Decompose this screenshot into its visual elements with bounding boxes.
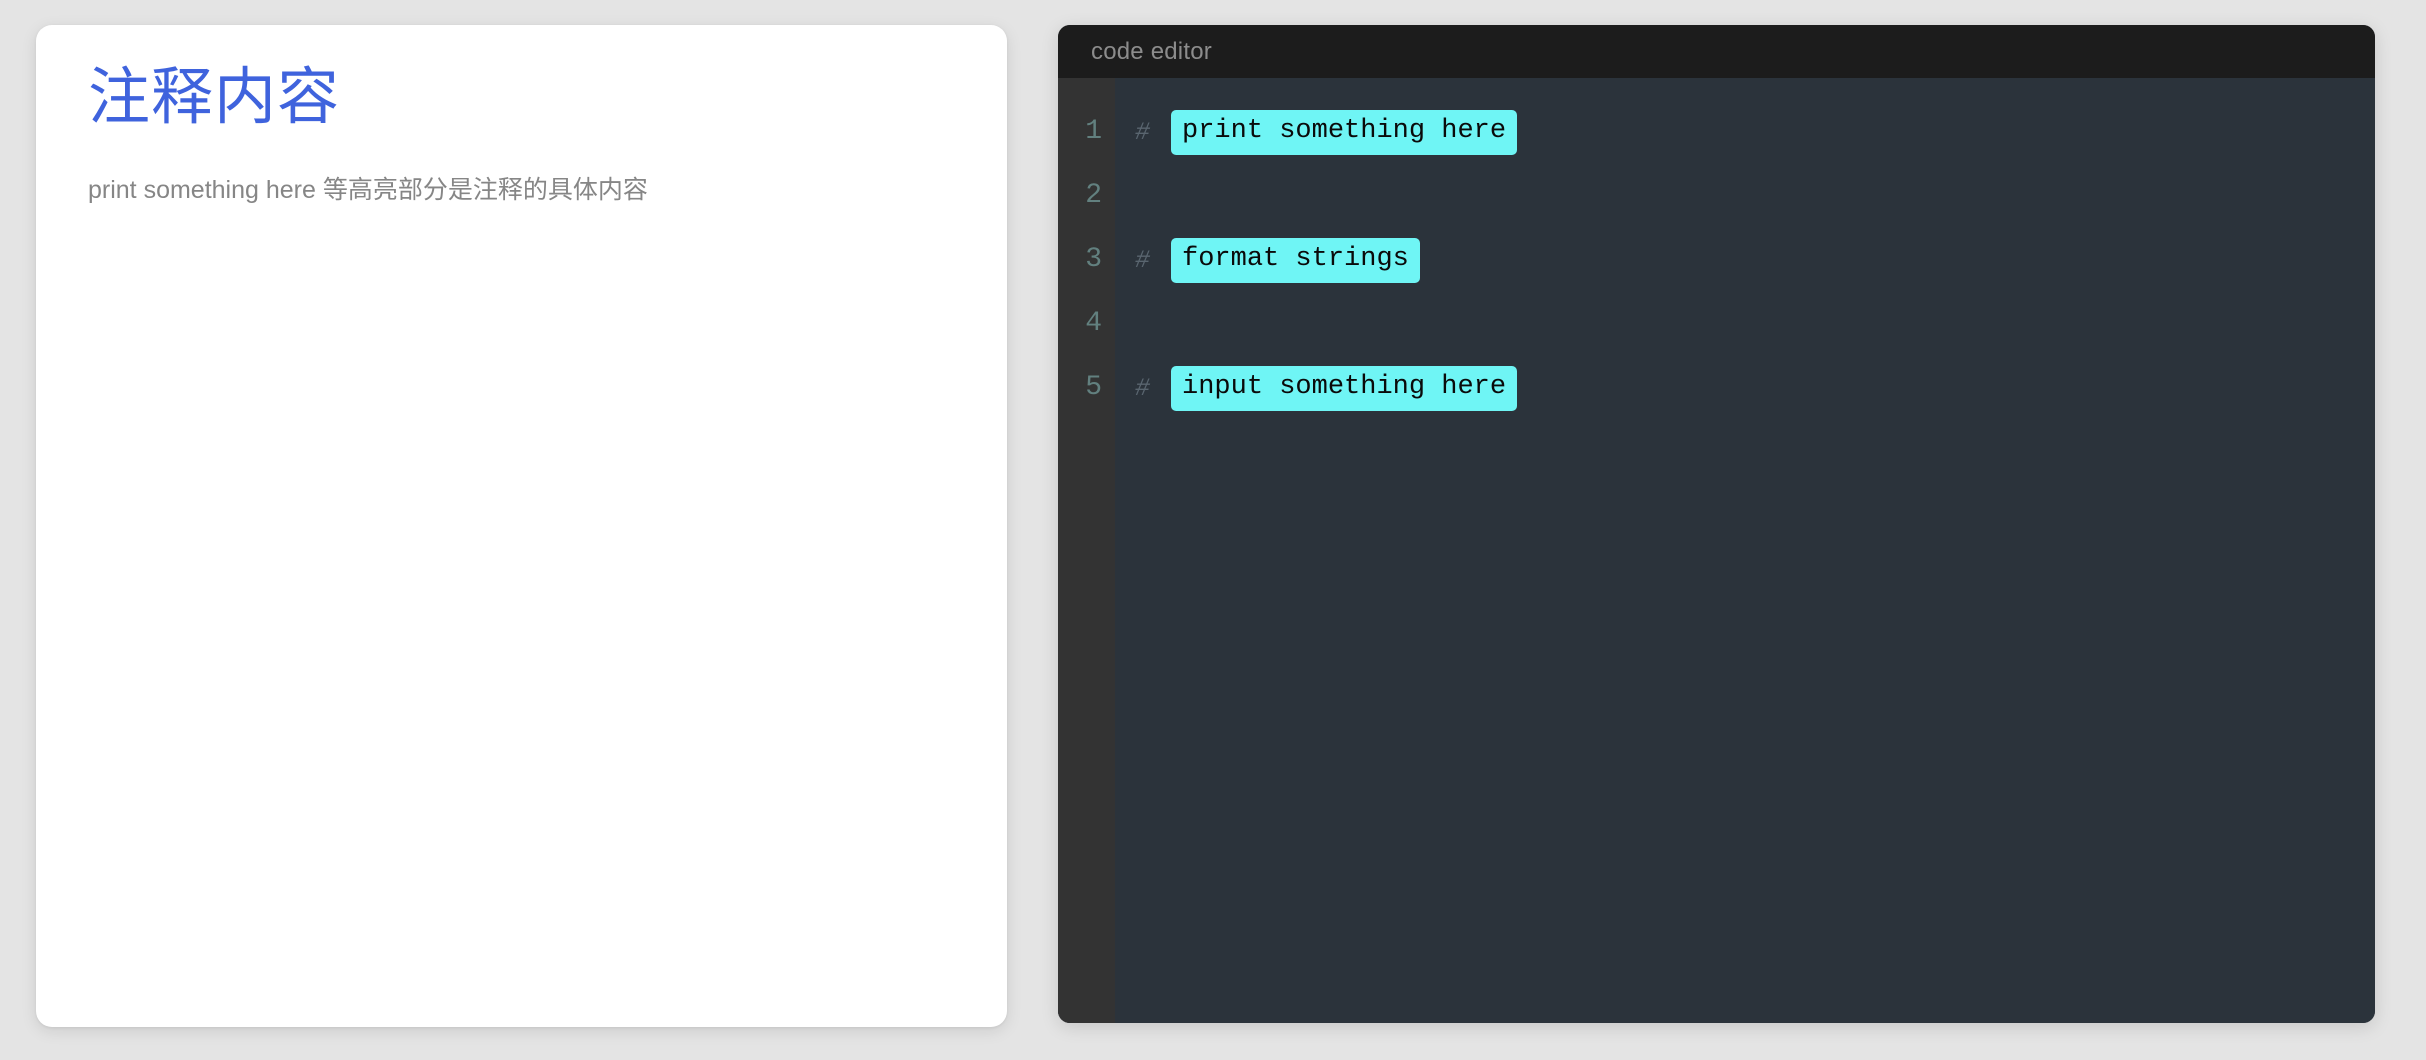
line-number: 1 [1085, 116, 1102, 147]
app-root: 注释内容 print something here 等高亮部分是注释的具体内容 … [0, 0, 2426, 1060]
line-number-gutter: 1 2 3 4 5 [1058, 78, 1115, 1023]
editor-title-label: code editor [1091, 37, 1212, 65]
code-line[interactable]: # input something here [1115, 356, 2375, 420]
code-content-area[interactable]: # print something here # format strings … [1115, 78, 2375, 1023]
line-number: 2 [1085, 180, 1102, 211]
editor-body[interactable]: 1 2 3 4 5 # print something here # forma… [1058, 78, 2375, 1023]
page-title: 注释内容 [88, 63, 341, 132]
code-line[interactable] [1115, 292, 2375, 356]
page-subtitle: print something here 等高亮部分是注释的具体内容 [88, 175, 648, 204]
highlighted-comment[interactable]: input something here [1171, 365, 1518, 411]
comment-hash-icon: # [1135, 117, 1151, 147]
line-number: 5 [1085, 372, 1102, 403]
code-editor-panel: code editor 1 2 3 4 5 # print something … [1058, 25, 2375, 1023]
comment-hash-icon: # [1135, 373, 1151, 403]
info-card: 注释内容 print something here 等高亮部分是注释的具体内容 [36, 25, 1007, 1027]
line-number: 4 [1085, 308, 1102, 339]
code-line[interactable]: # print something here [1115, 100, 2375, 164]
code-line[interactable]: # format strings [1115, 228, 2375, 292]
line-number: 3 [1085, 244, 1102, 275]
highlighted-comment[interactable]: print something here [1171, 109, 1518, 155]
highlighted-comment[interactable]: format strings [1171, 237, 1420, 283]
comment-hash-icon: # [1135, 245, 1151, 275]
editor-titlebar: code editor [1058, 25, 2375, 78]
code-line[interactable] [1115, 164, 2375, 228]
